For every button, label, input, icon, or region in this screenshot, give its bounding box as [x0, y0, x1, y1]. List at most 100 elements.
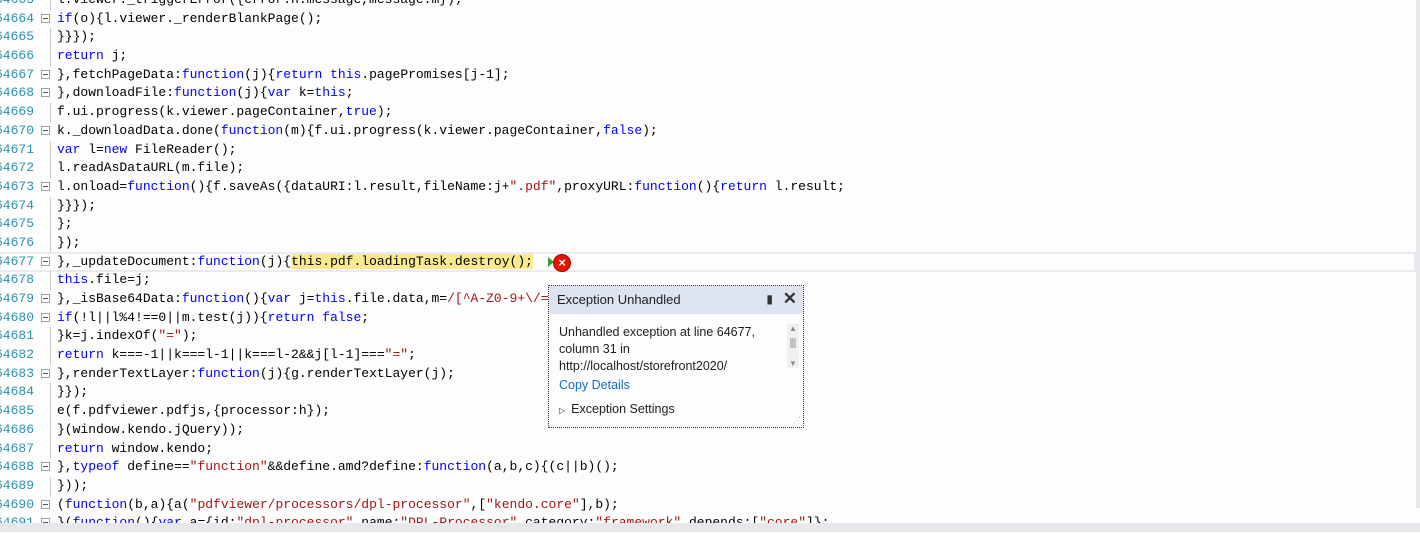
error-icon[interactable]: × [553, 254, 571, 272]
code-line[interactable]: 64673l.onload=function(){f.saveAs({dataU… [0, 178, 1412, 197]
copy-details-link[interactable]: Copy Details [559, 378, 630, 392]
scroll-up-icon[interactable]: ▲ [789, 324, 797, 333]
collapse-icon[interactable] [41, 462, 50, 472]
code-token: (){f.saveAs({dataURI:l.result,fileName:j… [189, 178, 510, 194]
collapse-icon[interactable] [41, 88, 50, 98]
code-text: },downloadFile:function(j){var k=this; [57, 84, 354, 103]
keyword-token: return [267, 309, 315, 325]
collapse-icon[interactable] [41, 312, 50, 322]
code-line[interactable]: 64676}); [0, 233, 1412, 253]
collapse-icon[interactable] [41, 294, 50, 303]
code-line[interactable]: 64669 f.ui.progress(k.viewer.pageContaine… [0, 103, 1412, 122]
code-text: }); [57, 234, 80, 253]
code-line[interactable]: 64667},fetchPageData:function(j){return … [0, 66, 1412, 85]
line-number: 64671 [0, 141, 34, 157]
code-token: ; [345, 85, 354, 101]
line-number: 64689 [0, 477, 34, 493]
code-token: (b,a){a( [127, 496, 190, 512]
code-text: return k===-1||k===l-1||k===l-2&&j[l-1]=… [57, 346, 416, 365]
line-number: 64687 [0, 440, 34, 456]
line-number: 64668 [0, 85, 34, 101]
code-token: },renderTextLayer: [57, 365, 198, 381]
code-text: l.onload=function(){f.saveAs({dataURI:l.… [57, 178, 845, 197]
code-line[interactable]: 64665}}}); [0, 28, 1412, 48]
code-line[interactable]: 64666 return j; [0, 47, 1412, 66]
line-number: 64663 [0, 0, 34, 10]
keyword-token: new [103, 141, 128, 157]
exception-message: Unhandled exception at line 64677, colum… [559, 325, 755, 373]
exception-settings-label: Exception Settings [571, 402, 675, 416]
code-editor[interactable]: 64663 l.viewer._triggerError({error:h.mes… [0, 0, 1416, 533]
keyword-token: if [57, 10, 73, 26]
code-token: }}}); [57, 197, 97, 213]
collapse-icon[interactable] [41, 181, 50, 191]
exception-settings-toggle[interactable]: ▷ Exception Settings [559, 402, 675, 416]
keyword-token: function [634, 178, 697, 194]
code-line[interactable]: 64690 (function(b,a){a("pdfviewer/process… [0, 496, 1412, 515]
collapse-icon[interactable] [41, 256, 50, 266]
code-token: ; [361, 309, 370, 325]
collapse-icon[interactable] [41, 13, 50, 23]
string-token: "pdfviewer/processors/dpl-processor" [189, 496, 471, 512]
code-token: .pagePromises[j-1]; [361, 66, 510, 82]
line-number: 64667 [0, 66, 34, 82]
horizontal-scrollbar[interactable] [0, 523, 1420, 532]
collapse-icon[interactable] [41, 368, 50, 378]
code-token: l.result; [766, 178, 845, 194]
line-number: 64674 [0, 197, 34, 213]
code-line[interactable]: 64687 return window.kendo; [0, 439, 1412, 459]
line-number: 64683 [0, 365, 34, 381]
outline-guide [50, 420, 51, 440]
code-line[interactable]: 64671 var l=new FileReader(); [0, 140, 1412, 160]
code-token: })); [57, 477, 89, 493]
code-token: define== [119, 459, 190, 475]
code-line[interactable]: 64670 k._downloadData.done(function(m){f.… [0, 122, 1412, 141]
scroll-thumb[interactable] [790, 338, 796, 348]
code-token: (a,b,c){(c||b)(); [486, 459, 619, 475]
code-text: })); [57, 477, 88, 496]
code-token: FileReader(); [127, 141, 237, 157]
collapse-icon[interactable] [41, 125, 50, 135]
keyword-token: this [57, 272, 89, 288]
vertical-scrollbar[interactable] [1416, 0, 1420, 508]
code-line[interactable]: 64668 },downloadFile:function(j){var k=th… [0, 84, 1412, 103]
code-text: return window.kendo; [57, 440, 213, 459]
code-line[interactable]: 64672 l.readAsDataURL(m.file); [0, 159, 1412, 178]
code-token: l.readAsDataURL(m.file); [57, 160, 245, 176]
code-line[interactable]: 64663 l.viewer._triggerError({error:h.mes… [0, 0, 1412, 10]
code-line[interactable]: 64688},typeof define=="function"&&define… [0, 458, 1412, 477]
keyword-token: function [220, 122, 284, 138]
code-token: }); [57, 234, 81, 250]
code-line[interactable]: 64689})); [0, 476, 1412, 496]
code-token: (j){g.renderTextLayer(j); [259, 365, 455, 381]
outline-guide [50, 140, 51, 160]
code-token: k= [291, 85, 315, 101]
code-token: ,proxyURL: [556, 178, 635, 194]
collapse-icon[interactable] [41, 69, 50, 79]
line-number: 64685 [0, 403, 34, 419]
code-token: (){ [696, 178, 721, 194]
code-text: if(!l||l%4!==0||m.test(j)){return false; [57, 309, 369, 328]
code-line[interactable]: 64675}; [0, 215, 1412, 234]
code-line[interactable]: 64664 if(o){l.viewer._renderBlankPage(); [0, 10, 1412, 29]
line-number: 64690 [0, 496, 34, 512]
keyword-token: return [275, 66, 323, 82]
line-number: 64678 [0, 272, 34, 288]
code-line[interactable]: 64674}}}); [0, 196, 1412, 216]
line-number: 64688 [0, 459, 34, 475]
keyword-token: true [345, 104, 377, 120]
outline-guide [50, 383, 51, 403]
close-icon[interactable]: ✕ [783, 289, 797, 309]
scroll-down-icon[interactable]: ▼ [789, 359, 797, 368]
line-number: 64684 [0, 384, 34, 400]
code-token: },_isBase64Data: [57, 291, 182, 306]
resize-grip-icon[interactable]: ⋰ [793, 416, 801, 425]
message-scrollbar[interactable]: ▲ ▼ [787, 324, 799, 368]
pin-icon[interactable]: ▮ [766, 292, 773, 306]
code-line-current[interactable]: 64677},_updateDocument:function(j){this.… [0, 251, 1416, 273]
code-text: var l=new FileReader(); [57, 141, 236, 160]
collapse-icon[interactable] [41, 499, 50, 509]
highlighted-statement: this.pdf.loadingTask.destroy(); [291, 253, 533, 269]
code-token: j; [103, 48, 128, 64]
